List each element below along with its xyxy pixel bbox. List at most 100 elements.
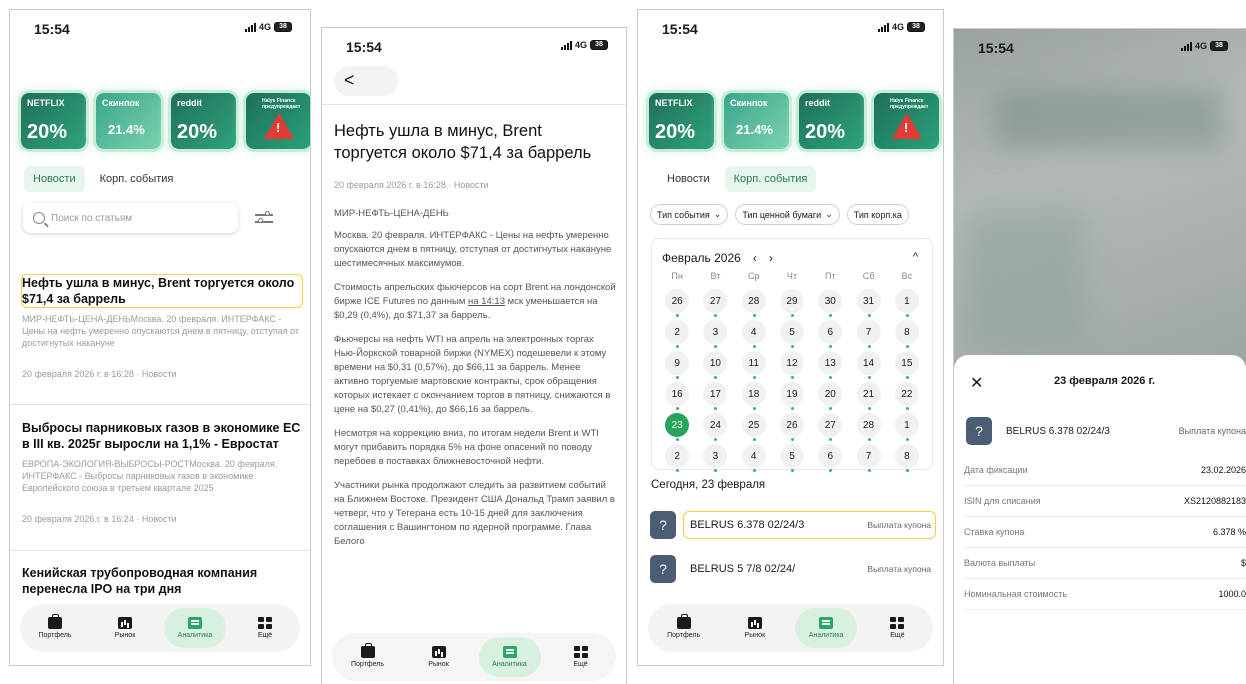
filter-corp-action-type[interactable]: Тип корп.ка [846, 204, 909, 225]
promo-story[interactable]: reddit 20% [799, 93, 864, 149]
news-date: 20 февраля 2026 г. в 16:28 · Новости [22, 369, 177, 379]
calendar-day[interactable]: 24 [703, 413, 728, 441]
calendar-day[interactable]: 26 [779, 413, 804, 441]
calendar-day[interactable]: 7 [856, 444, 881, 472]
calendar-day[interactable]: 4 [741, 320, 766, 348]
tab-corp-events[interactable]: Корп. события [724, 166, 817, 192]
tab-news[interactable]: Новости [24, 166, 85, 192]
nav-portfolio[interactable]: Портфель [653, 608, 715, 648]
back-button[interactable]: < [334, 66, 398, 96]
nav-more[interactable]: Ещё [866, 608, 928, 648]
news-title[interactable]: Кенийская трубопроводная компания перене… [22, 565, 302, 597]
calendar-day[interactable]: 29 [779, 289, 804, 317]
bottom-nav: Портфель Рынок Аналитика Ещё [648, 604, 933, 652]
calendar-day[interactable]: 4 [741, 444, 766, 472]
calendar-day[interactable]: 6 [818, 320, 843, 348]
promo-story[interactable]: Cкинпок 21.4% [96, 93, 161, 149]
calendar-day[interactable]: 28 [741, 289, 766, 317]
news-title[interactable]: Нефть ушла в минус, Brent торгуется окол… [21, 274, 303, 308]
calendar-day[interactable]: 8 [894, 444, 919, 472]
newspaper-icon [188, 617, 202, 629]
calendar-day[interactable]: 26 [665, 289, 690, 317]
signal-icon [560, 40, 572, 50]
nav-market[interactable]: Рынок [94, 608, 156, 648]
close-icon[interactable]: ✕ [970, 373, 983, 393]
status-indicators: 4G 38 [244, 22, 292, 32]
calendar-day[interactable]: 16 [665, 382, 690, 410]
calendar-day[interactable]: 5 [779, 444, 804, 472]
nav-more[interactable]: Ещё [234, 608, 296, 648]
calendar-day[interactable]: 1 [894, 413, 919, 441]
calendar-day[interactable]: 27 [818, 413, 843, 441]
nav-analytics[interactable]: Аналитика [478, 637, 541, 677]
chevron-down-icon: ⌄ [713, 209, 722, 219]
collapse-icon[interactable]: ^ [913, 251, 918, 263]
calendar-day[interactable]: 3 [703, 444, 728, 472]
filter-event-type[interactable]: Тип события ⌄ [650, 204, 729, 225]
calendar-day[interactable]: 11 [741, 351, 766, 379]
event-item[interactable]: ? BELRUS 5 7/8 02/24/Выплата купона [650, 554, 935, 584]
promo-stories: NETFLIX 20% Cкинпок 21.4% reddit 20% Halys … [638, 93, 943, 149]
tab-news[interactable]: Новости [658, 166, 719, 192]
event-item[interactable]: ? BELRUS 6.378 02/24/3 Выплата купона [650, 510, 936, 540]
promo-story[interactable]: Halys Finance предупреждает [874, 93, 939, 149]
calendar-day[interactable]: 21 [856, 382, 881, 410]
calendar-day[interactable]: 22 [894, 382, 919, 410]
calendar-day[interactable]: 17 [703, 382, 728, 410]
promo-story[interactable]: Halys Finance предупреждает [246, 93, 310, 149]
news-title[interactable]: Выбросы парниковых газов в экономике ЕС … [22, 420, 302, 452]
nav-market[interactable]: Рынок [724, 608, 786, 648]
status-time: 15:54 [662, 21, 698, 37]
filter-security-type[interactable]: Тип ценной бумаги ⌄ [735, 204, 840, 225]
calendar-day[interactable]: 15 [894, 351, 919, 379]
calendar-day[interactable]: 19 [779, 382, 804, 410]
calendar-day[interactable]: 20 [818, 382, 843, 410]
promo-story[interactable]: reddit 20% [171, 93, 236, 149]
filter-icon[interactable] [255, 210, 273, 226]
news-item[interactable]: Выбросы парниковых газов в экономике ЕС … [22, 420, 302, 524]
news-item[interactable]: Нефть ушла в минус, Brent торгуется окол… [21, 274, 303, 379]
nav-more[interactable]: Ещё [550, 637, 612, 677]
search-input[interactable]: Поиск по статьям [23, 203, 238, 233]
tab-corp-events[interactable]: Корп. события [91, 166, 183, 192]
news-summary: МИР-НЕФТЬ-ЦЕНА-ДЕНЬМосква. 20 февраля. И… [22, 314, 300, 348]
calendar-day[interactable]: 14 [856, 351, 881, 379]
calendar-day[interactable]: 28 [856, 413, 881, 441]
calendar-day[interactable]: 30 [818, 289, 843, 317]
news-item[interactable]: Кенийская трубопроводная компания перене… [22, 565, 302, 597]
nav-portfolio[interactable]: Портфель [337, 637, 399, 677]
calendar-day[interactable]: 12 [779, 351, 804, 379]
next-month-icon[interactable]: › [769, 251, 773, 265]
nav-analytics[interactable]: Аналитика [164, 608, 226, 648]
calendar-day[interactable]: 2 [665, 320, 690, 348]
promo-story[interactable]: Cкинпок 21.4% [724, 93, 789, 149]
calendar-day[interactable]: 2 [665, 444, 690, 472]
calendar-day[interactable]: 7 [856, 320, 881, 348]
calendar-day[interactable]: 5 [779, 320, 804, 348]
article-paragraph: Фьючерсы на нефть WTI на апрель на элект… [334, 334, 611, 415]
calendar-day[interactable]: 13 [818, 351, 843, 379]
calendar-day[interactable]: 18 [741, 382, 766, 410]
calendar-day[interactable]: 6 [818, 444, 843, 472]
nav-market[interactable]: Рынок [408, 637, 470, 677]
news-list-screen: 15:54 4G 38 NETFLIX 20% Cкинпок 21.4% reddi… [9, 9, 311, 666]
time-link[interactable]: на 14:13 [468, 296, 505, 307]
newspaper-icon [502, 646, 517, 658]
analytics-tabs: Новости Корп. события [658, 166, 817, 192]
weekday-label: Пн [671, 271, 683, 281]
prev-month-icon[interactable]: ‹ [753, 251, 757, 265]
nav-analytics[interactable]: Аналитика [795, 608, 858, 648]
calendar-day[interactable]: 8 [894, 320, 919, 348]
calendar-day[interactable]: 9 [665, 351, 690, 379]
calendar-day[interactable]: 1 [894, 289, 919, 317]
calendar-day[interactable]: 31 [856, 289, 881, 317]
calendar-day[interactable]: 3 [703, 320, 728, 348]
article-paragraph: Москва. 20 февраля. ИНТЕРФАКС - Цены на … [334, 230, 612, 269]
promo-story[interactable]: NETFLIX 20% [649, 93, 714, 149]
nav-portfolio[interactable]: Портфель [24, 608, 86, 648]
calendar-day[interactable]: 23 [665, 413, 690, 441]
calendar-day[interactable]: 10 [703, 351, 728, 379]
calendar-day[interactable]: 25 [741, 413, 766, 441]
calendar-day[interactable]: 27 [703, 289, 728, 317]
promo-story[interactable]: NETFLIX 20% [21, 93, 86, 149]
